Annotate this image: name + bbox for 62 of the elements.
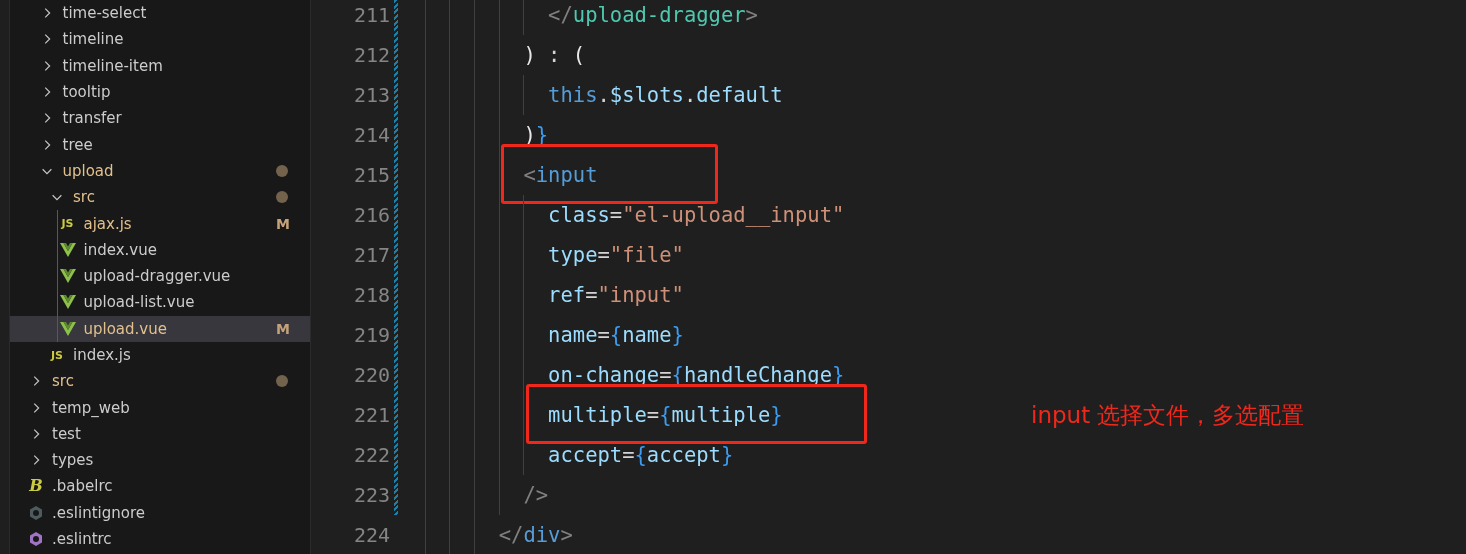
- folder-item[interactable]: time-select: [10, 0, 310, 27]
- babel-file-icon: B: [29, 478, 43, 495]
- code-line: this.$slots.default: [547, 83, 783, 107]
- file-item[interactable]: upload-list.vue: [10, 289, 310, 316]
- modified-dot: [276, 164, 288, 177]
- folder-item[interactable]: types: [10, 447, 310, 474]
- folder-item[interactable]: src: [10, 368, 310, 395]
- line-number: 224: [352, 523, 390, 547]
- modified-dot: [276, 375, 288, 388]
- line-number: 211: [352, 3, 390, 27]
- file-item[interactable]: .eslintrc: [10, 525, 310, 553]
- code-line: accept={accept}: [547, 443, 734, 467]
- file-item[interactable]: upload-dragger.vue: [10, 262, 310, 290]
- line-number: 222: [352, 443, 390, 467]
- file-item[interactable]: .eslintignore: [10, 499, 310, 526]
- code-line: </div>: [497, 523, 573, 547]
- code-line: ) : (: [522, 43, 586, 67]
- folder-item[interactable]: temp_web: [10, 394, 310, 421]
- line-number: 216: [352, 203, 390, 227]
- code-line: class="el-upload__input": [547, 203, 845, 227]
- line-number: 221: [352, 403, 390, 427]
- file-item[interactable]: JS ajax.js M: [10, 210, 310, 237]
- folder-item[interactable]: test: [10, 420, 310, 448]
- line-number: 217: [352, 243, 390, 267]
- js-file-icon: JS: [51, 349, 63, 361]
- file-item[interactable]: B .babelrc: [10, 473, 310, 500]
- file-item[interactable]: JS index.js: [10, 341, 310, 369]
- modified-label: M: [276, 215, 290, 232]
- code-line: name={name}: [547, 323, 684, 347]
- code-line: />: [522, 483, 549, 507]
- annotation-text: input 选择文件，多选配置: [1031, 400, 1305, 430]
- folder-item[interactable]: src: [10, 184, 310, 211]
- line-number: 218: [352, 283, 390, 307]
- code-line: <input: [522, 163, 598, 187]
- vue-file-icon: [59, 242, 76, 257]
- line-number: 214: [352, 123, 390, 147]
- line-number: 223: [352, 483, 390, 507]
- js-file-icon: JS: [61, 218, 74, 229]
- folder-item[interactable]: transfer: [10, 105, 310, 132]
- folder-item[interactable]: timeline: [10, 26, 310, 53]
- folder-item[interactable]: upload: [10, 157, 310, 185]
- hexagon-icon: [28, 504, 44, 521]
- modified-dot: [276, 191, 288, 204]
- vue-file-icon: [59, 269, 76, 284]
- line-number: 219: [352, 323, 390, 347]
- folder-item[interactable]: tooltip: [10, 78, 310, 106]
- folder-item[interactable]: timeline-item: [10, 52, 310, 79]
- file-item[interactable]: index.vue: [10, 236, 310, 263]
- line-number: 213: [352, 83, 390, 107]
- vue-file-icon: [59, 295, 76, 310]
- line-number: 212: [352, 43, 390, 67]
- file-item[interactable]: upload.vue M: [10, 315, 310, 342]
- modified-label: M: [276, 320, 290, 337]
- code-line: multiple={multiple}: [547, 403, 783, 427]
- vue-file-icon: [59, 321, 76, 336]
- code-line: type="file": [547, 243, 684, 267]
- line-number: 220: [352, 363, 390, 387]
- line-number: 215: [352, 163, 390, 187]
- folder-item[interactable]: tree: [10, 131, 310, 158]
- code-line: </upload-dragger>: [547, 3, 758, 27]
- code-line: ref="input": [547, 283, 684, 307]
- hexagon-icon: [28, 531, 44, 548]
